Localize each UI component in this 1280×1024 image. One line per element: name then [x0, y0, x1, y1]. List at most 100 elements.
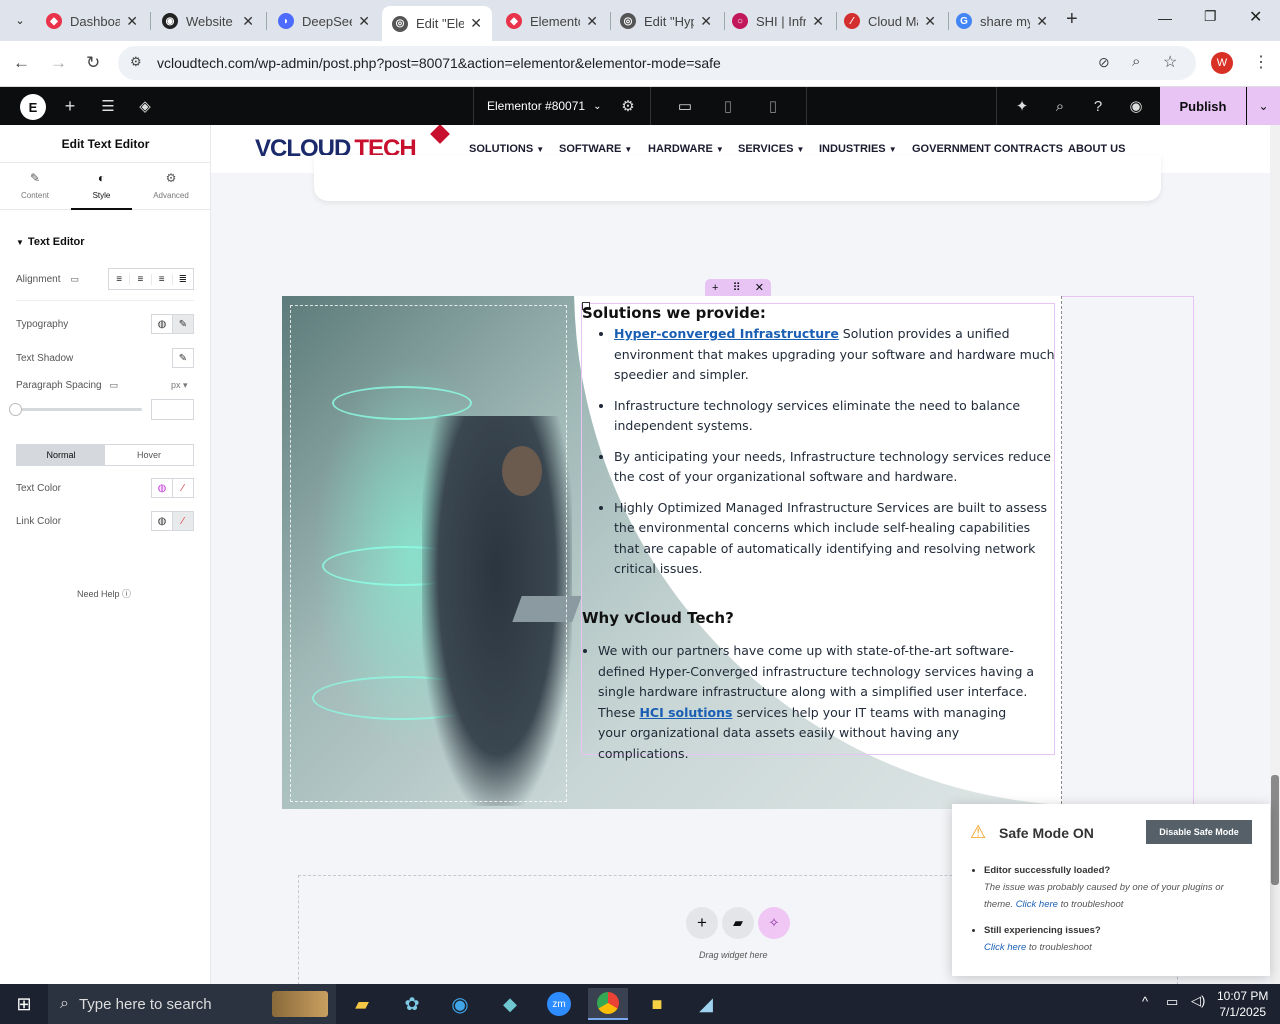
volume-icon[interactable]: ◁): [1191, 993, 1205, 1009]
align-left-icon[interactable]: ≡: [109, 273, 131, 285]
app-icon[interactable]: ◢: [686, 988, 726, 1020]
zoom-icon[interactable]: ⌕: [1132, 53, 1140, 70]
site-nav-government-contracts[interactable]: GOVERNMENT CONTRACTS: [912, 143, 1063, 155]
elementor-logo-icon[interactable]: E: [20, 94, 46, 120]
scrollbar-thumb[interactable]: [1271, 775, 1279, 885]
file-explorer-icon[interactable]: ▰: [342, 988, 382, 1020]
global-color-icon[interactable]: ◍: [151, 511, 173, 531]
structure-layers-icon[interactable]: ◈: [133, 87, 157, 125]
close-tab-icon[interactable]: ✕: [694, 13, 712, 30]
close-tab-icon[interactable]: ✕: [1030, 13, 1048, 30]
add-element-icon[interactable]: +: [58, 87, 82, 125]
clock[interactable]: 10:07 PM 7/1/2025: [1217, 988, 1268, 1020]
tab-2[interactable]: ◗DeepSeek✕: [268, 5, 380, 37]
address-bar[interactable]: ⚙ vcloudtech.com/wp-admin/post.php?post=…: [118, 46, 1196, 80]
finder-search-icon[interactable]: ⌕: [1050, 87, 1070, 125]
tablet-view-icon[interactable]: ▯: [718, 87, 738, 125]
close-tab-icon[interactable]: ✕: [120, 13, 138, 30]
paragraph-spacing-input[interactable]: [151, 399, 194, 420]
edit-text-shadow-icon[interactable]: ✎: [172, 348, 194, 368]
drag-handle-icon[interactable]: ⠿: [733, 281, 741, 294]
site-nav-hardware[interactable]: HARDWARE ▼: [648, 143, 724, 155]
notifications-icon[interactable]: ✦: [1012, 87, 1032, 125]
network-icon[interactable]: ▭: [1166, 994, 1178, 1010]
help-icon[interactable]: ?: [1088, 87, 1108, 125]
tab-1[interactable]: ◉ Website ✕: [152, 5, 264, 37]
add-section-icon[interactable]: +: [686, 907, 718, 939]
minimize-icon[interactable]: —: [1158, 10, 1172, 26]
zoom-app-icon[interactable]: zm: [539, 988, 579, 1020]
reload-icon[interactable]: ↻: [86, 53, 100, 73]
tab-6[interactable]: ○SHI | Infra✕: [722, 5, 834, 37]
forward-icon[interactable]: →: [50, 53, 67, 73]
url-text[interactable]: vcloudtech.com/wp-admin/post.php?post=80…: [157, 55, 721, 71]
align-right-icon[interactable]: ≡: [152, 273, 173, 285]
tab-advanced[interactable]: ⚙ Advanced: [136, 171, 206, 200]
document-title[interactable]: Elementor #80071 ⌄: [487, 87, 601, 125]
show-hidden-icons-icon[interactable]: ^: [1142, 994, 1148, 1009]
paragraph-spacing-slider[interactable]: [16, 408, 142, 411]
disable-safe-mode-button[interactable]: Disable Safe Mode: [1146, 820, 1252, 844]
publish-options-chevron-icon[interactable]: ⌄: [1247, 87, 1280, 125]
site-settings-icon[interactable]: ☰: [96, 87, 120, 125]
paint-app-icon[interactable]: ✿: [392, 988, 432, 1020]
site-info-icon[interactable]: ⚙: [130, 54, 142, 70]
desktop-view-icon[interactable]: ▭: [672, 87, 698, 125]
new-tab-icon[interactable]: +: [1066, 8, 1078, 31]
align-justify-icon[interactable]: ≣: [173, 274, 193, 285]
template-library-folder-icon[interactable]: ▰: [722, 907, 754, 939]
site-nav-about-us[interactable]: ABOUT US: [1068, 143, 1125, 155]
site-nav-services[interactable]: SERVICES ▼: [738, 143, 804, 155]
tab-normal[interactable]: Normal: [17, 445, 105, 465]
add-icon[interactable]: +: [712, 282, 718, 294]
close-tab-icon[interactable]: ✕: [806, 13, 824, 30]
tab-search-icon[interactable]: ⌄: [8, 8, 32, 32]
text-editor-widget[interactable]: Solutions we provide: Hyper-converged In…: [581, 302, 1055, 761]
close-tab-icon[interactable]: ✕: [580, 13, 598, 30]
delete-icon[interactable]: ✕: [755, 281, 764, 294]
app-diamond-icon[interactable]: ◆: [490, 988, 530, 1020]
tab-4[interactable]: ◆Elementor✕: [496, 5, 608, 37]
hci-link[interactable]: Hyper-converged Infrastructure: [614, 326, 839, 341]
global-color-icon[interactable]: ◍: [151, 478, 173, 498]
edge-browser-icon[interactable]: ◉: [440, 988, 480, 1020]
site-nav-industries[interactable]: INDUSTRIES ▼: [819, 143, 897, 155]
mobile-view-icon[interactable]: ▯: [764, 87, 782, 125]
troubleshoot-link[interactable]: Click here: [1016, 899, 1058, 910]
bookmark-star-icon[interactable]: ☆: [1163, 52, 1177, 72]
sticky-notes-icon[interactable]: ■: [637, 988, 677, 1020]
chrome-browser-icon[interactable]: [588, 988, 628, 1020]
publish-button[interactable]: Publish: [1160, 87, 1246, 125]
align-center-icon[interactable]: ≡: [130, 273, 152, 285]
edit-typography-icon[interactable]: ✎: [172, 314, 194, 334]
preview-eye-icon[interactable]: ◉: [1126, 87, 1146, 125]
tab-5[interactable]: ◎Edit "Hyper✕: [610, 5, 722, 37]
global-typography-icon[interactable]: ◍: [151, 314, 173, 334]
close-tab-icon[interactable]: ✕: [464, 15, 482, 32]
canvas-scrollbar[interactable]: [1270, 125, 1280, 984]
tab-hover[interactable]: Hover: [105, 445, 193, 465]
profile-avatar[interactable]: W: [1211, 52, 1233, 74]
taskbar-search-box[interactable]: ⌕ Type here to search: [48, 984, 336, 1024]
camera-blocked-icon[interactable]: ⊘: [1098, 54, 1110, 71]
tab-content[interactable]: ✎ Content: [0, 171, 70, 200]
section-header-text-editor[interactable]: ▼ Text Editor: [16, 236, 85, 248]
site-nav-solutions[interactable]: SOLUTIONS ▼: [469, 143, 544, 155]
troubleshoot-link[interactable]: Click here: [984, 942, 1026, 953]
link-color-swatch[interactable]: ⁄: [172, 511, 194, 531]
tab-8[interactable]: Gshare my ✕: [946, 5, 1058, 37]
unit-selector[interactable]: px ▾: [171, 380, 188, 391]
tab-0[interactable]: ◆Dashboard✕: [36, 5, 148, 37]
slider-handle[interactable]: [9, 403, 22, 416]
page-settings-icon[interactable]: ⚙: [618, 87, 638, 125]
ai-sparkle-icon[interactable]: ✧: [758, 907, 790, 939]
browser-menu-icon[interactable]: ⋮: [1253, 52, 1269, 72]
close-tab-icon[interactable]: ✕: [352, 13, 370, 30]
restore-icon[interactable]: ❐: [1204, 8, 1217, 25]
close-tab-icon[interactable]: ✕: [918, 13, 936, 30]
back-icon[interactable]: ←: [13, 53, 30, 73]
close-window-icon[interactable]: ✕: [1249, 7, 1262, 27]
hci-solutions-link[interactable]: HCI solutions: [639, 705, 732, 720]
close-tab-icon[interactable]: ✕: [236, 13, 254, 30]
tab-7[interactable]: ⁄Cloud Man✕: [834, 5, 946, 37]
